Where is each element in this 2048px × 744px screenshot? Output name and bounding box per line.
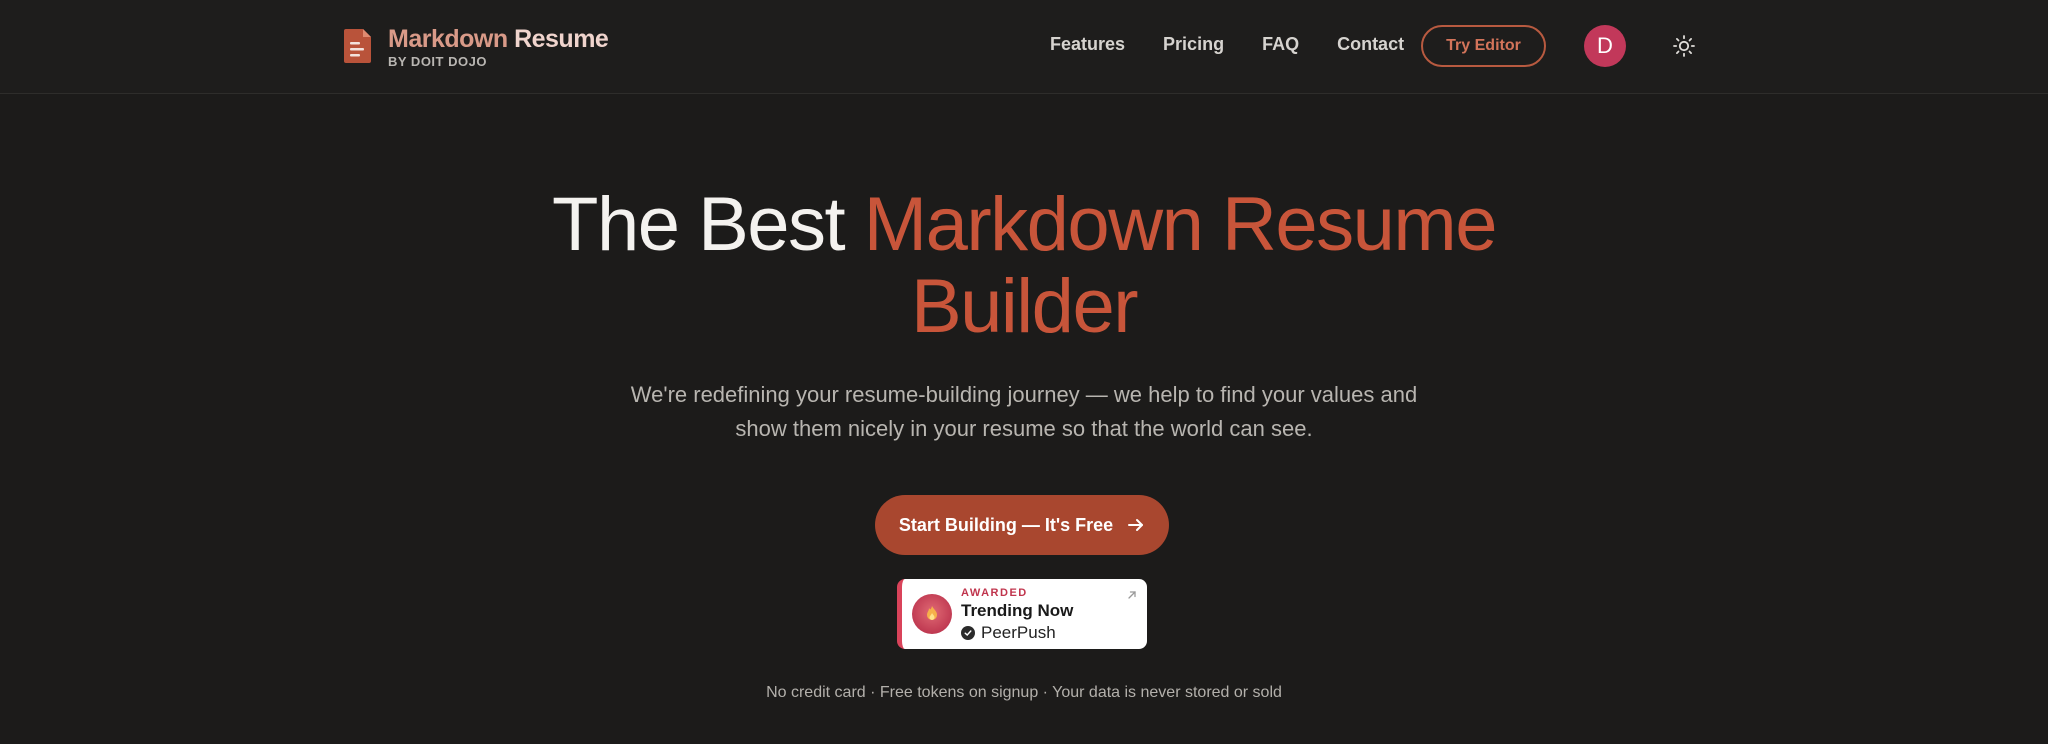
hero-subtitle: We're redefining your resume-building jo…	[630, 382, 1418, 441]
hero-title-accent: Markdown Resume	[863, 182, 1498, 267]
arrow-right-icon	[1127, 516, 1145, 534]
nav-link-pricing[interactable]: Pricing	[1163, 34, 1224, 55]
start-building-label: Start Building — It's Free	[898, 514, 1114, 535]
hero-title-plain: The Best	[552, 182, 864, 267]
brand-title: Markdown Resume	[388, 25, 609, 53]
fineprint: No credit card · Free tokens on signup ·…	[766, 684, 1282, 701]
nav-link-features[interactable]: Features	[1050, 34, 1125, 55]
nav-links: Features Pricing FAQ Contact	[1050, 34, 1442, 55]
nav-link-faq[interactable]: FAQ	[1262, 34, 1299, 55]
hero-title: The Best Markdown Resume Builder	[0, 184, 2048, 348]
badge-title: Trending Now	[961, 601, 1074, 620]
try-editor-button[interactable]: Try Editor	[1421, 25, 1546, 67]
external-link-icon	[1127, 587, 1137, 599]
badge-brand: PeerPush	[961, 623, 1056, 643]
badge-label: AWARDED	[961, 587, 1028, 599]
nav-link-contact[interactable]: Contact	[1337, 34, 1404, 55]
start-building-button[interactable]: Start Building — It's Free	[875, 495, 1169, 555]
peerpush-badge[interactable]: AWARDED Trending Now PeerPush	[897, 579, 1147, 649]
document-icon	[344, 29, 371, 63]
brand-subtitle: BY DOIT DOJO	[388, 54, 487, 69]
top-navbar: Markdown Resume BY DOIT DOJO Features Pr…	[0, 0, 2048, 94]
verified-icon	[961, 626, 975, 640]
user-avatar[interactable]: D	[1584, 25, 1626, 67]
medal-icon	[912, 594, 952, 634]
brand-logo[interactable]: Markdown Resume BY DOIT DOJO	[344, 25, 609, 69]
sun-icon[interactable]	[1672, 34, 1696, 58]
hero-title-accent-line2: Builder	[910, 264, 1139, 349]
